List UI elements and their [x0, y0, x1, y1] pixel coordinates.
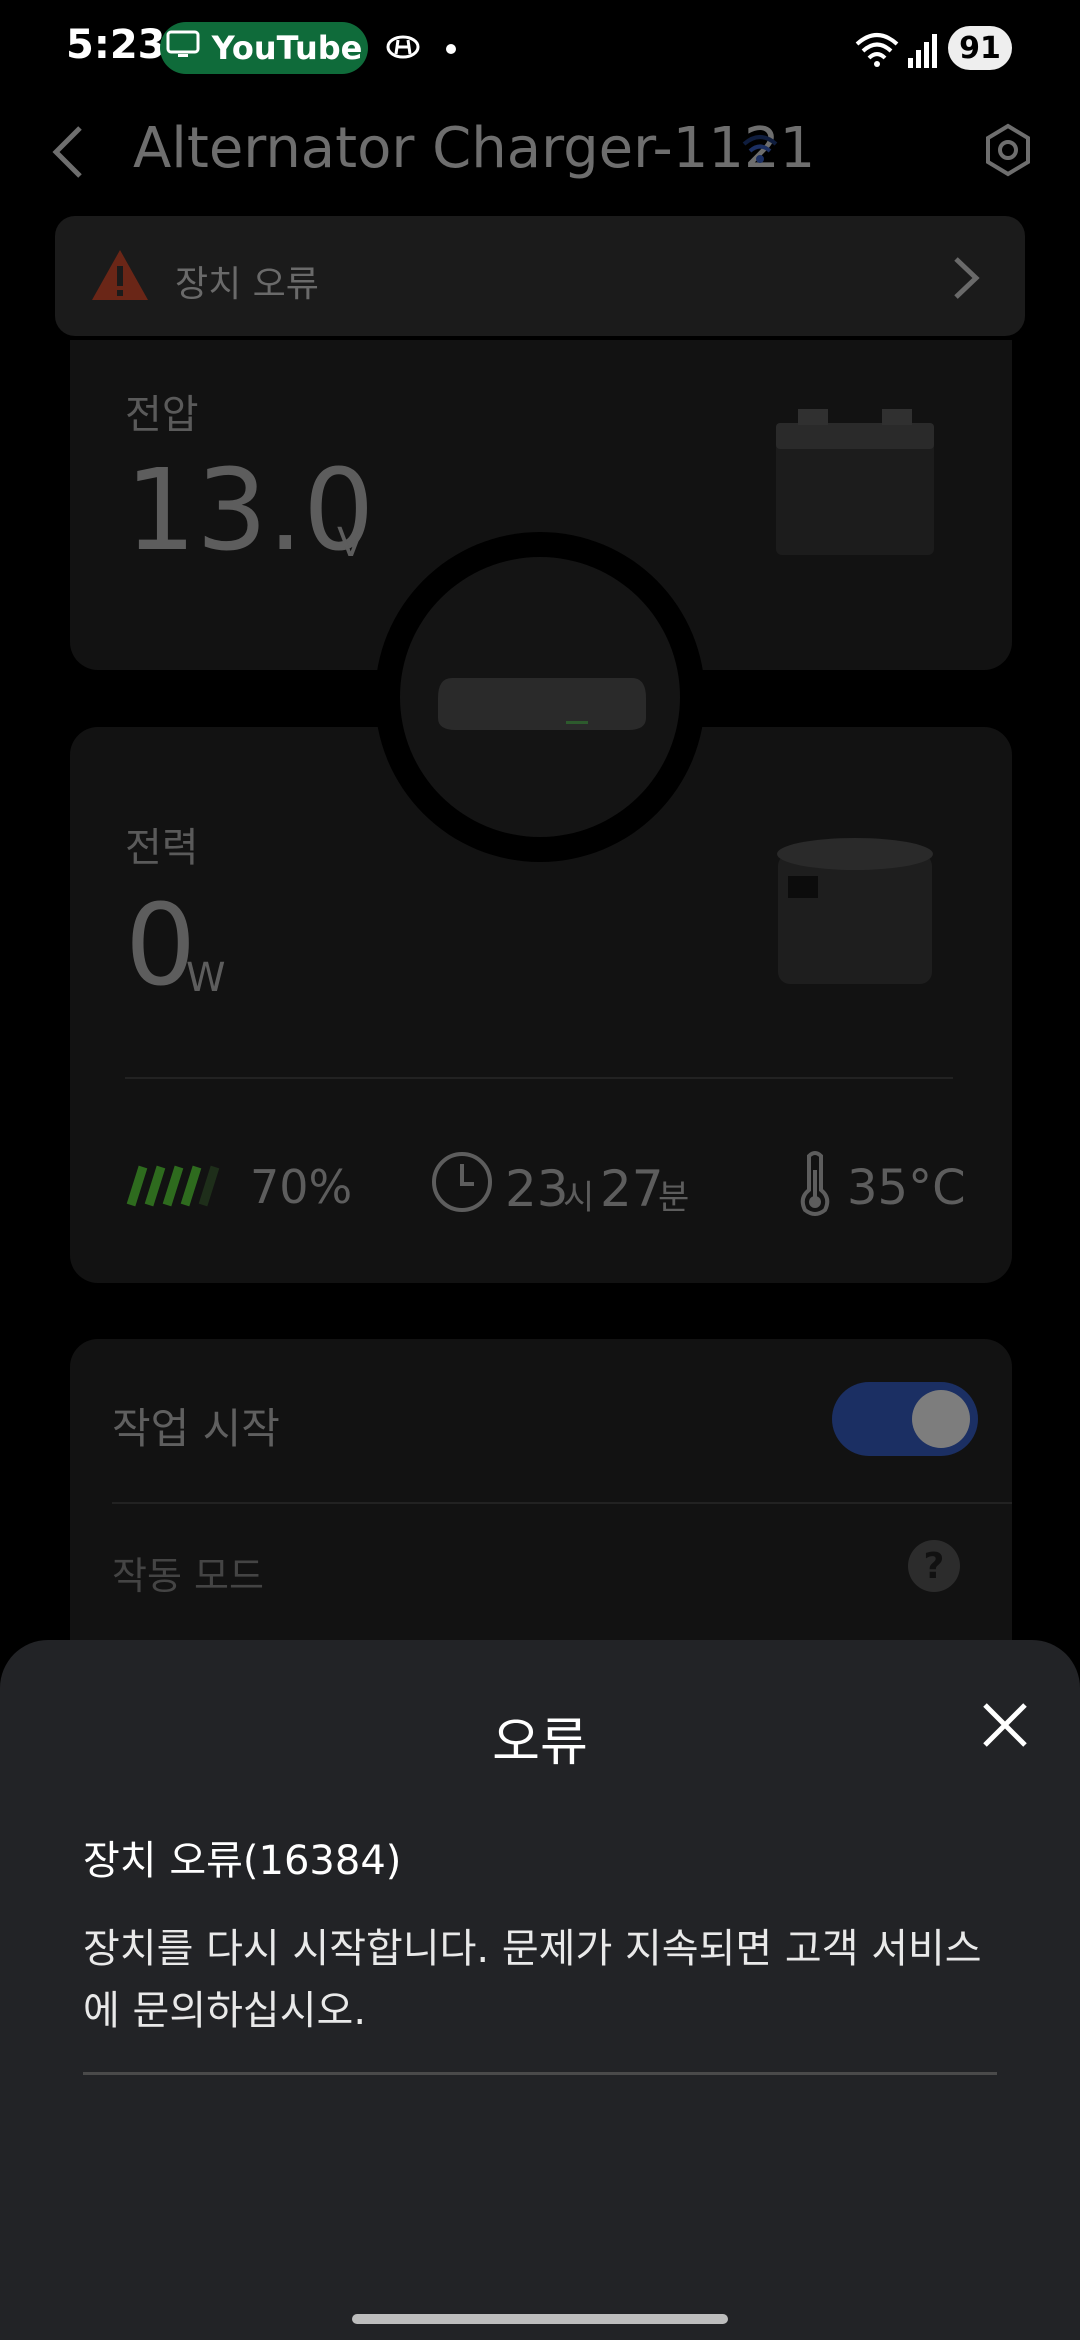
minutes-label: 분 [658, 1178, 690, 1218]
voltage-label: 전압 [125, 392, 199, 438]
thermometer-icon [795, 1150, 835, 1222]
settings-gear-icon[interactable] [980, 122, 1036, 182]
youtube-pill[interactable]: YouTube [160, 22, 368, 74]
remaining-minutes: 27 [600, 1160, 664, 1218]
warning-triangle-icon [90, 248, 150, 306]
charger-device-image [432, 668, 652, 752]
battery-indicator: 91 [948, 26, 1012, 70]
help-question-icon[interactable]: ? [908, 1540, 960, 1592]
wifi-status-icon [740, 132, 780, 170]
divider [125, 1077, 953, 1079]
remaining-hours: 23 [505, 1160, 569, 1218]
power-station-image [770, 830, 940, 994]
divider [112, 1502, 1012, 1504]
status-time: 5:23 [66, 22, 166, 68]
power-label: 전력 [125, 825, 199, 871]
sheet-title: 오류 [492, 1713, 588, 1773]
back-arrow-icon[interactable] [50, 124, 86, 184]
temperature: 35°C [847, 1160, 966, 1216]
notification-dot-icon [446, 44, 456, 54]
hours-label: 시 [563, 1178, 595, 1218]
wifi-icon [853, 30, 901, 72]
voltage-unit: V [337, 520, 365, 566]
clock-icon [430, 1150, 494, 1218]
screen-cast-icon [166, 29, 200, 67]
battery-percent: 70% [250, 1160, 353, 1214]
car-battery-image [770, 405, 940, 564]
job-start-label: 작업 시작 [112, 1404, 280, 1453]
error-banner-label: 장치 오류 [175, 264, 319, 305]
chevron-right-icon [952, 255, 980, 305]
home-indicator[interactable] [352, 2314, 728, 2324]
page-title: Alternator Charger-1121 [133, 116, 816, 181]
toggle-knob [912, 1390, 970, 1448]
error-description: 장치를 다시 시작합니다. 문제가 지속되면 고객 서비스에 문의하십시오. [83, 1926, 982, 2034]
signal-icon [908, 32, 938, 72]
hyundai-logo-icon [386, 35, 420, 63]
power-unit: W [186, 955, 226, 1001]
close-icon[interactable] [975, 1695, 1035, 1755]
error-title: 장치 오류(16384) [83, 1838, 402, 1884]
divider [83, 2072, 997, 2075]
operating-mode-label: 작동 모드 [112, 1554, 264, 1598]
battery-level-icon [125, 1163, 235, 1213]
youtube-label: YouTube [211, 29, 363, 67]
